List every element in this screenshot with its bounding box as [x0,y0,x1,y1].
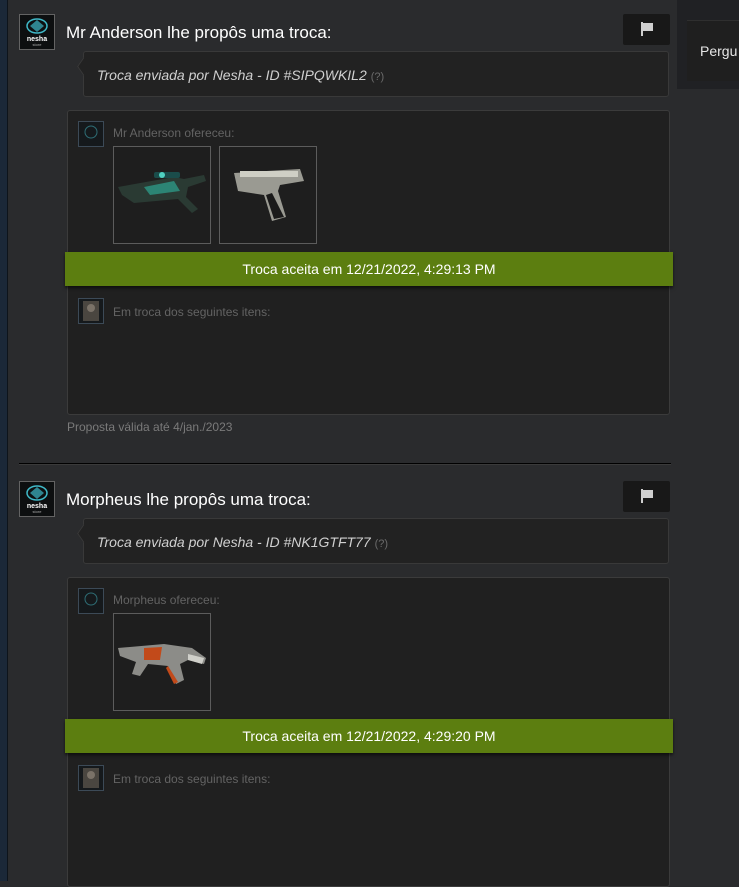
help-link[interactable]: (?) [375,538,388,550]
my-avatar[interactable] [78,298,104,324]
offer-message-text: Troca enviada por Nesha - ID #NK1GTFT77 [97,534,371,550]
svg-text:store: store [33,42,43,47]
svg-text:store: store [33,509,43,514]
trader-avatar[interactable] [78,588,104,614]
validity-text: Proposta válida até 4/jan./2023 [67,420,233,434]
offered-label: Morpheus ofereceu: [113,593,220,607]
trade-offer-2: nesha store Morpheus lhe propôs uma troc… [19,481,673,887]
report-button[interactable] [623,14,670,45]
flag-icon [641,489,653,503]
item-awp-rifle[interactable] [113,146,211,244]
offer-title: Mr Anderson lhe propôs uma troca: [66,23,332,42]
exchange-label: Em troca dos seguintes itens: [113,305,271,319]
offer-message: Troca enviada por Nesha - ID #NK1GTFT77 (… [77,518,669,564]
offer-divider [19,463,671,465]
nesha-avatar[interactable]: nesha store [19,481,55,517]
item-desert-eagle[interactable] [219,146,317,244]
my-avatar[interactable] [78,765,104,791]
right-sidebar-panel: Pergu [677,0,739,89]
right-sidebar-label[interactable]: Pergu [700,43,737,59]
left-edge-bar [0,0,8,881]
trade-accepted-banner: Troca aceita em 12/21/2022, 4:29:13 PM [65,252,673,286]
offer-message: Troca enviada por Nesha - ID #SIPQWKIL2 (… [77,51,669,97]
exchange-label: Em troca dos seguintes itens: [113,772,271,786]
item-ak47-rifle[interactable] [113,613,211,711]
offered-label: Mr Anderson ofereceu: [113,126,235,140]
flag-icon [641,22,653,36]
offer-title: Morpheus lhe propôs uma troca: [66,490,311,509]
report-button[interactable] [623,481,670,512]
offer-message-text: Troca enviada por Nesha - ID #SIPQWKIL2 [97,67,367,83]
trade-accepted-banner: Troca aceita em 12/21/2022, 4:29:20 PM [65,719,673,753]
help-link[interactable]: (?) [371,71,384,83]
nesha-avatar[interactable]: nesha store [19,14,55,50]
trader-avatar[interactable] [78,121,104,147]
trade-offer-1: nesha store Mr Anderson lhe propôs uma t… [19,14,673,444]
